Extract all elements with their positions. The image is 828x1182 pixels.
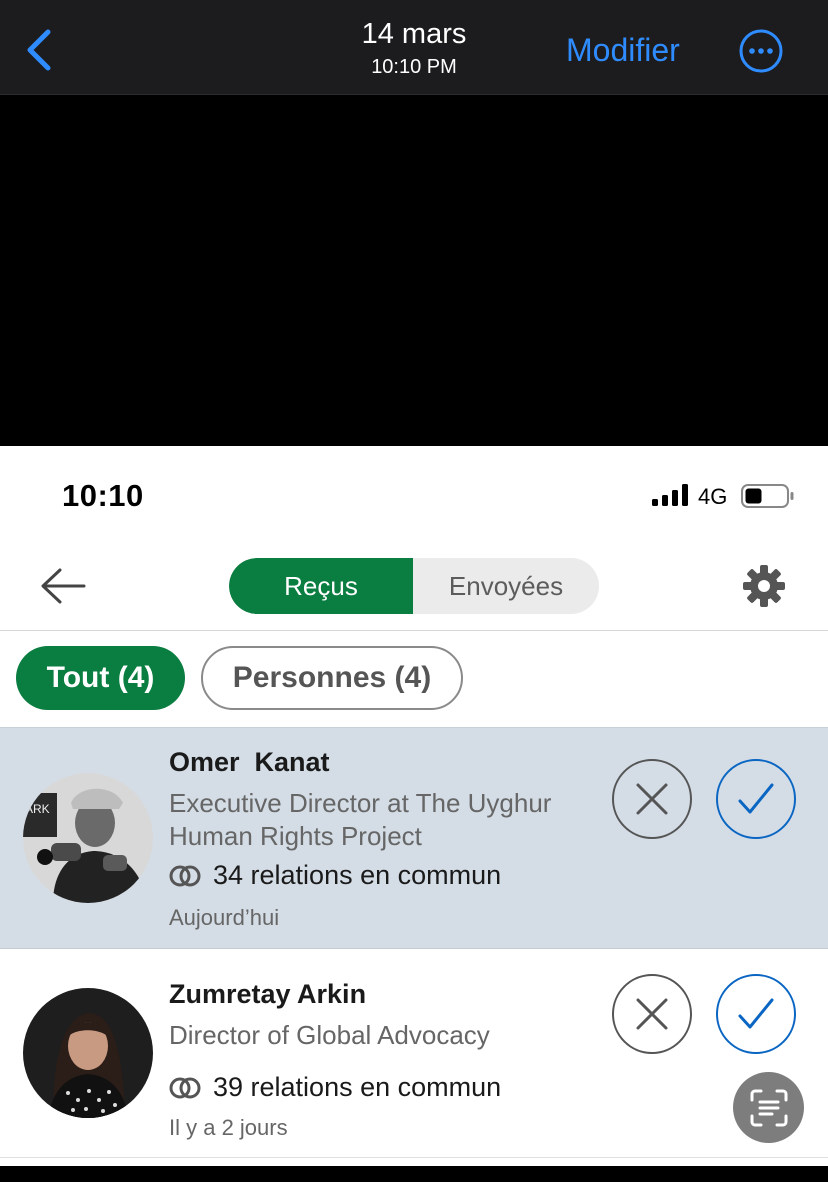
- photo-time: 10:10 PM: [371, 56, 457, 78]
- accept-button[interactable]: [716, 759, 796, 839]
- avatar[interactable]: [23, 988, 153, 1118]
- battery-icon: [741, 484, 794, 508]
- member-headline: Director of Global Advocacy: [169, 1020, 490, 1050]
- signal-icon: [652, 484, 688, 506]
- status-bar-time: 10:10: [62, 478, 144, 513]
- invitation-row[interactable]: ARK Omer Kanat Executive Director at The…: [0, 727, 828, 949]
- tab-sent[interactable]: Envoyées: [413, 558, 599, 614]
- mutual-connections-icon: [169, 1077, 201, 1098]
- invitation-row[interactable]: Zumretay Arkin Director of Global Advoca…: [0, 950, 828, 1158]
- member-name[interactable]: Zumretay Arkin: [169, 979, 366, 1010]
- photo-letterbox: [0, 95, 828, 446]
- member-name[interactable]: Omer Kanat: [169, 747, 330, 778]
- mutual-connections[interactable]: 39 relations en commun: [169, 1072, 501, 1103]
- mutual-connections-text: 39 relations en commun: [213, 1072, 502, 1102]
- mutual-connections-icon: [169, 865, 201, 886]
- received-sent-toggle: Reçus Envoyées: [229, 558, 599, 614]
- avatar[interactable]: ARK: [23, 773, 153, 903]
- invite-time: Aujourd’hui: [169, 905, 280, 930]
- filter-people-pill[interactable]: Personnes (4): [201, 646, 463, 710]
- screenshot-content: 10:10 4G Reçus Envoyées Tout (4) Personn…: [0, 446, 828, 1166]
- close-icon: [636, 998, 668, 1030]
- edit-button[interactable]: Modifier: [566, 32, 680, 69]
- live-text-scan-button[interactable]: [733, 1072, 804, 1143]
- network-type: 4G: [698, 484, 728, 509]
- photo-date: 14 mars: [361, 18, 467, 50]
- invite-time: Il y a 2 jours: [169, 1115, 288, 1140]
- header-divider: [0, 630, 828, 631]
- checkmark-icon: [738, 998, 774, 1029]
- mutual-connections-text: 34 relations en commun: [213, 860, 502, 890]
- member-headline: Executive Director at The Uyghur Human R…: [169, 788, 552, 851]
- mutual-connections[interactable]: 34 relations en commun: [169, 860, 501, 891]
- gear-icon[interactable]: [742, 564, 786, 608]
- ignore-button[interactable]: [612, 974, 692, 1054]
- arrow-left-icon[interactable]: [38, 566, 88, 606]
- text-scan-icon: [750, 1089, 787, 1126]
- ellipsis-circle-icon[interactable]: [739, 29, 783, 73]
- ignore-button[interactable]: [612, 759, 692, 839]
- photo-viewer-bar: 14 mars 10:10 PM Modifier: [0, 0, 828, 95]
- accept-button[interactable]: [716, 974, 796, 1054]
- close-icon: [636, 783, 668, 815]
- tab-received[interactable]: Reçus: [229, 558, 413, 614]
- svg-text:ARK: ARK: [25, 802, 50, 816]
- checkmark-icon: [738, 783, 774, 814]
- filter-all-pill[interactable]: Tout (4): [16, 646, 185, 710]
